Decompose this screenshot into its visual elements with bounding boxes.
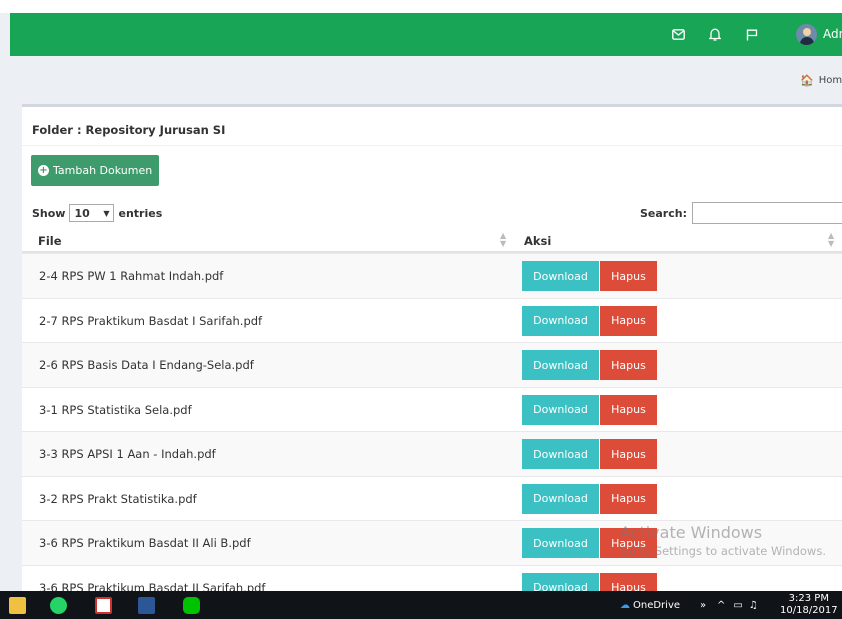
page-size-select[interactable]: 10 ▼	[69, 204, 115, 222]
search-control: Search:	[640, 202, 842, 224]
delete-button[interactable]: Hapus	[600, 261, 657, 291]
onedrive-label: OneDrive	[633, 599, 681, 611]
delete-button[interactable]: Hapus	[600, 439, 657, 469]
bell-icon[interactable]	[705, 13, 725, 56]
file-name: 2-4 RPS PW 1 Rahmat Indah.pdf	[39, 269, 224, 283]
whatsapp-icon[interactable]	[50, 597, 67, 614]
system-tray-icons[interactable]: ^ ▭ ♫	[717, 591, 758, 619]
search-input[interactable]	[691, 202, 842, 224]
cloud-icon: ☁	[620, 599, 630, 611]
divider	[22, 145, 842, 146]
download-button[interactable]: Download	[522, 439, 599, 469]
sort-icon[interactable]: ▲ ▼	[500, 232, 506, 248]
pdf-reader-icon[interactable]	[95, 597, 112, 614]
table-row: 3-6 RPS Praktikum Basdat II Sarifah.pdf D…	[22, 564, 842, 595]
add-document-button[interactable]: + Tambah Dokumen	[31, 155, 159, 186]
battery-icon: ▭	[733, 599, 743, 611]
table-row: 2-4 RPS PW 1 Rahmat Indah.pdf Download Hap…	[22, 253, 842, 298]
file-explorer-icon[interactable]	[9, 597, 26, 614]
table-row: 2-7 RPS Praktikum Basdat I Sarifah.pdf Do…	[22, 297, 842, 343]
caret-down-icon: ▼	[103, 208, 110, 218]
repository-box: Folder : Repository Jurusan SI + Tambah …	[22, 104, 842, 594]
search-label: Search:	[640, 206, 687, 220]
download-button[interactable]: Download	[522, 394, 599, 425]
show-label: Show	[32, 206, 66, 220]
table-row: 2-6 RPS Basis Data I Endang-Sela.pdf Down…	[22, 342, 842, 387]
file-name: 3-1 RPS Statistika Sela.pdf	[39, 402, 192, 417]
delete-button[interactable]: Hapus	[600, 394, 657, 425]
flag-icon[interactable]	[742, 13, 762, 56]
table-row: 3-3 RPS APSI 1 Aan - Indah.pdf Download Ha…	[22, 431, 842, 476]
table-header: File ▲ ▼ Aksi ▲ ▼	[22, 229, 842, 253]
page-size-value: 10	[74, 206, 90, 220]
file-name: 2-7 RPS Praktikum Basdat I Sarifah.pdf	[39, 313, 263, 328]
mail-icon[interactable]	[668, 13, 688, 56]
table-row: 3-2 RPS Prakt Statistika.pdf Download Hapu…	[22, 475, 842, 521]
windows-taskbar: ☁ OneDrive » ^ ▭ ♫ 3:23 PM 10/18/2017	[0, 591, 842, 619]
system-clock[interactable]: 3:23 PM 10/18/2017	[780, 593, 838, 617]
browser-top-strip	[0, 0, 842, 13]
download-button[interactable]: Download	[522, 528, 599, 558]
file-name: 3-6 RPS Praktikum Basdat II Ali B.pdf	[39, 536, 251, 550]
user-name-label[interactable]: Admi	[823, 13, 842, 56]
file-name: 3-2 RPS Prakt Statistika.pdf	[39, 491, 197, 506]
download-button[interactable]: Download	[522, 483, 599, 514]
word-icon[interactable]	[138, 597, 155, 614]
tray-overflow[interactable]: »	[700, 591, 706, 619]
chevron-right-icon: »	[700, 599, 707, 611]
plus-circle-icon: +	[38, 165, 49, 176]
breadcrumb[interactable]: 🏠 Hom	[800, 70, 842, 90]
breadcrumb-home-label[interactable]: Hom	[819, 75, 842, 86]
table-row: 3-1 RPS Statistika Sela.pdf Download Hapus	[22, 386, 842, 432]
folder-title: Folder : Repository Jurusan SI	[32, 123, 226, 137]
download-button[interactable]: Download	[522, 305, 599, 336]
chevron-up-icon: ^	[717, 599, 726, 611]
top-navbar: Admi	[10, 13, 842, 56]
line-chat-icon[interactable]	[183, 597, 200, 614]
add-document-label: Tambah Dokumen	[53, 164, 153, 177]
entries-label: entries	[118, 206, 163, 220]
table-row: 3-6 RPS Praktikum Basdat II Ali B.pdf Dow…	[22, 520, 842, 565]
delete-button[interactable]: Hapus	[600, 528, 657, 558]
home-icon: 🏠	[800, 73, 814, 87]
download-button[interactable]: Download	[522, 261, 599, 291]
avatar[interactable]	[796, 24, 817, 45]
clock-time: 3:23 PM	[788, 593, 829, 604]
delete-button[interactable]: Hapus	[600, 305, 657, 336]
file-name: 3-6 RPS Praktikum Basdat II Sarifah.pdf	[39, 580, 266, 595]
entries-length-control: Show 10 ▼ entries	[32, 204, 162, 222]
clock-date: 10/18/2017	[780, 605, 838, 616]
delete-button[interactable]: Hapus	[600, 483, 657, 514]
file-name: 2-6 RPS Basis Data I Endang-Sela.pdf	[39, 358, 254, 372]
delete-button[interactable]: Hapus	[600, 350, 657, 380]
onedrive-tray[interactable]: ☁ OneDrive	[620, 591, 680, 619]
sort-icon[interactable]: ▲ ▼	[828, 232, 834, 248]
speaker-icon: ♫	[748, 599, 758, 611]
download-button[interactable]: Download	[522, 350, 599, 380]
column-header-aksi[interactable]: Aksi	[524, 234, 551, 248]
column-header-file[interactable]: File	[38, 234, 62, 248]
file-name: 3-3 RPS APSI 1 Aan - Indah.pdf	[39, 447, 216, 461]
